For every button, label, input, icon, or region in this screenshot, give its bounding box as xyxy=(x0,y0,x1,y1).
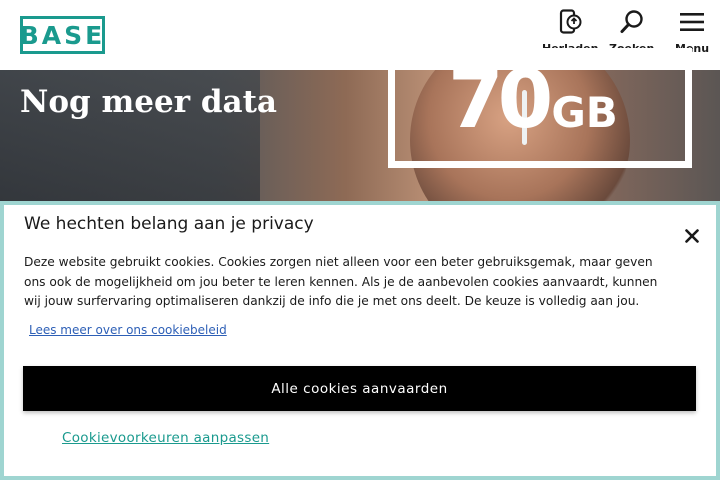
cookie-preferences-link[interactable]: Cookievoorkeuren aanpassen xyxy=(62,430,269,446)
logo-text: BASE xyxy=(19,20,106,50)
promo-unit: GB xyxy=(551,88,618,137)
phone-recharge-icon xyxy=(556,8,584,36)
cookie-modal-title: We hechten belang aan je privacy xyxy=(24,214,314,234)
hero-title: Nog meer data xyxy=(20,84,278,120)
cookie-modal-body: Deze website gebruikt cookies. Cookies z… xyxy=(24,255,658,308)
cookie-consent-modal: We hechten belang aan je privacy Deze we… xyxy=(0,201,720,480)
promo-number: 70 xyxy=(448,53,553,146)
base-logo[interactable]: BASE xyxy=(20,16,105,54)
hamburger-menu-icon xyxy=(678,8,706,36)
search-icon xyxy=(618,8,646,36)
cookie-policy-link[interactable]: Lees meer over ons cookiebeleid xyxy=(29,323,227,337)
close-icon xyxy=(685,229,699,243)
accept-all-cookies-button[interactable]: Alle cookies aanvaarden xyxy=(23,366,696,411)
close-button[interactable] xyxy=(682,226,702,246)
promo-amount: 70GB xyxy=(448,60,618,140)
